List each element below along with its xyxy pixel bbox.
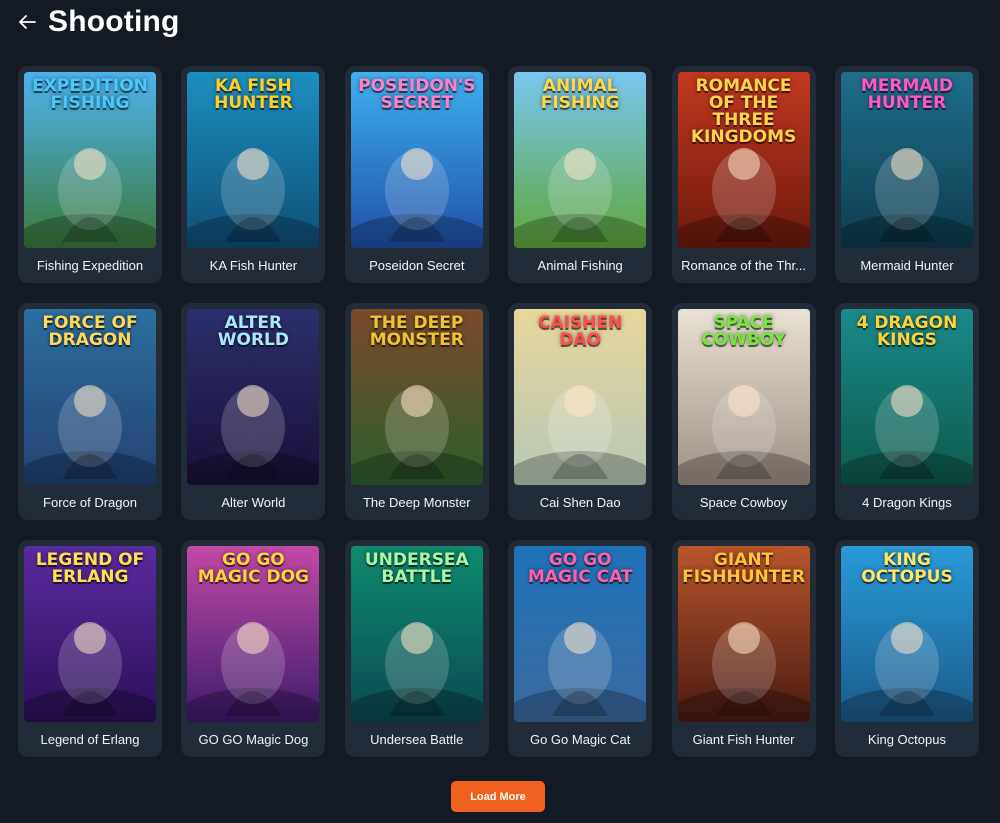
game-logo-art: GO GO MAGIC CAT [527, 550, 633, 587]
game-thumbnail[interactable]: THE DEEP MONSTER [350, 309, 483, 485]
game-title[interactable]: Alter World [187, 485, 319, 520]
game-logo-art: CAISHEN DAO [538, 313, 623, 350]
game-thumbnail[interactable]: CAISHEN DAO [514, 309, 647, 485]
game-thumbnail[interactable]: ROMANCE OF THE THREE KINGDOMS [677, 72, 810, 248]
game-title[interactable]: 4 Dragon Kings [841, 485, 973, 520]
game-card[interactable]: ANIMAL FISHING Animal Fishing [508, 66, 653, 283]
page-header: Shooting [16, 4, 180, 40]
game-card[interactable]: ROMANCE OF THE THREE KINGDOMS Romance of … [671, 66, 816, 283]
game-card[interactable]: KA FISH HUNTER KA Fish Hunter [181, 66, 326, 283]
game-logo-art: GO GO MAGIC DOG [197, 550, 310, 587]
game-thumbnail[interactable]: ANIMAL FISHING [514, 72, 647, 248]
game-title[interactable]: Space Cowboy [678, 485, 810, 520]
game-title[interactable]: Animal Fishing [514, 248, 646, 283]
game-thumbnail[interactable]: MERMAID HUNTER [840, 72, 973, 248]
game-card[interactable]: UNDERSEA BATTLE Undersea Battle [344, 540, 489, 757]
game-card[interactable]: GO GO MAGIC DOG GO GO Magic Dog [181, 540, 326, 757]
game-title[interactable]: Fishing Expedition [24, 248, 156, 283]
game-card[interactable]: LEGEND OF ERLANG Legend of Erlang [18, 540, 162, 757]
game-title[interactable]: GO GO Magic Dog [187, 722, 319, 757]
game-title[interactable]: King Octopus [841, 722, 973, 757]
load-more-button[interactable]: Load More [451, 781, 545, 812]
game-logo-art: GIANT FISHHUNTER [682, 550, 806, 587]
game-logo-art: THE DEEP MONSTER [369, 313, 464, 350]
game-card[interactable]: 4 DRAGON KINGS 4 Dragon Kings [834, 303, 979, 520]
game-thumbnail[interactable]: EXPEDITION FISHING [24, 72, 156, 248]
game-title[interactable]: KA Fish Hunter [187, 248, 319, 283]
game-title[interactable]: The Deep Monster [351, 485, 483, 520]
game-thumbnail[interactable]: GO GO MAGIC CAT [514, 546, 647, 722]
game-logo-art: LEGEND OF ERLANG [35, 550, 145, 587]
game-thumbnail[interactable]: Force of Dragon [24, 309, 156, 485]
game-card[interactable]: THE DEEP MONSTER The Deep Monster [344, 303, 489, 520]
game-card[interactable]: GIANT FISHHUNTER Giant Fish Hunter [671, 540, 816, 757]
game-thumbnail[interactable]: POSEIDON'S SECRET [350, 72, 483, 248]
game-logo-art: KING OCTOPUS [861, 550, 953, 587]
game-title[interactable]: Force of Dragon [24, 485, 156, 520]
game-card[interactable]: POSEIDON'S SECRET Poseidon Secret [344, 66, 489, 283]
game-title[interactable]: Giant Fish Hunter [678, 722, 810, 757]
page-title: Shooting [48, 5, 180, 38]
game-card[interactable]: MERMAID HUNTER Mermaid Hunter [834, 66, 979, 283]
game-logo-art: MERMAID HUNTER [860, 76, 954, 113]
game-logo-art: Force of Dragon [42, 313, 138, 350]
game-thumbnail[interactable]: LEGEND OF ERLANG [24, 546, 156, 722]
game-title[interactable]: Mermaid Hunter [841, 248, 973, 283]
game-title[interactable]: Legend of Erlang [24, 722, 156, 757]
game-card[interactable]: EXPEDITION FISHING Fishing Expedition [18, 66, 162, 283]
game-title[interactable]: Go Go Magic Cat [514, 722, 646, 757]
game-thumbnail[interactable]: KING OCTOPUS [840, 546, 973, 722]
game-thumbnail[interactable]: GO GO MAGIC DOG [187, 546, 320, 722]
game-logo-art: ANIMAL FISHING [540, 76, 620, 113]
back-button[interactable] [16, 11, 38, 33]
game-title[interactable]: Undersea Battle [351, 722, 483, 757]
game-title[interactable]: Romance of the Thr... [678, 248, 810, 283]
game-card[interactable]: CAISHEN DAO Cai Shen Dao [508, 303, 653, 520]
game-card[interactable]: KING OCTOPUS King Octopus [834, 540, 979, 757]
game-thumbnail[interactable]: SPACE COWBOY [677, 309, 810, 485]
game-logo-art: ALTER WORLD [217, 313, 290, 350]
game-card[interactable]: ALTER WORLD Alter World [181, 303, 326, 520]
game-grid: EXPEDITION FISHING Fishing Expedition KA … [18, 66, 979, 757]
game-card[interactable]: SPACE COWBOY Space Cowboy [671, 303, 816, 520]
game-title[interactable]: Cai Shen Dao [514, 485, 646, 520]
game-thumbnail[interactable]: KA FISH HUNTER [187, 72, 320, 248]
game-title[interactable]: Poseidon Secret [351, 248, 483, 283]
game-thumbnail[interactable]: ALTER WORLD [187, 309, 320, 485]
game-logo-art: UNDERSEA BATTLE [364, 550, 469, 587]
game-logo-art: POSEIDON'S SECRET [358, 76, 476, 113]
game-logo-art: SPACE COWBOY [701, 313, 786, 350]
game-logo-art: KA FISH HUNTER [214, 76, 293, 113]
game-thumbnail[interactable]: GIANT FISHHUNTER [677, 546, 810, 722]
game-logo-art: EXPEDITION FISHING [32, 76, 148, 113]
game-logo-art: ROMANCE OF THE THREE KINGDOMS [690, 76, 797, 147]
game-thumbnail[interactable]: 4 DRAGON KINGS [840, 309, 973, 485]
game-logo-art: 4 DRAGON KINGS [856, 313, 958, 350]
game-card[interactable]: Force of Dragon Force of Dragon [18, 303, 162, 520]
game-card[interactable]: GO GO MAGIC CAT Go Go Magic Cat [508, 540, 653, 757]
game-thumbnail[interactable]: UNDERSEA BATTLE [350, 546, 483, 722]
arrow-left-icon [19, 15, 36, 29]
